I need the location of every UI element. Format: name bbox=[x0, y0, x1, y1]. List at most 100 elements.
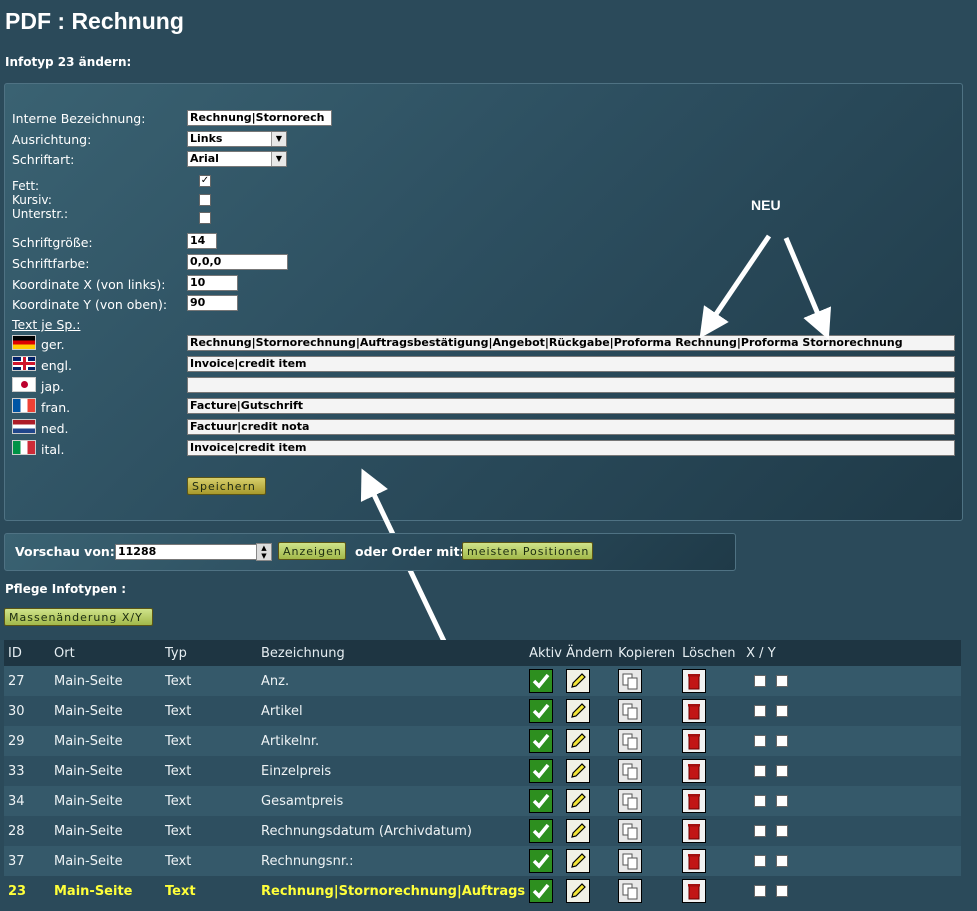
coord-y-input[interactable]: 90 bbox=[187, 295, 238, 311]
label-text-je-sp[interactable]: Text je Sp.: bbox=[12, 317, 80, 332]
col-header-kopieren: Kopieren bbox=[614, 640, 679, 666]
cell-kopieren bbox=[614, 756, 679, 786]
x-checkbox[interactable] bbox=[754, 795, 767, 807]
y-checkbox[interactable] bbox=[776, 675, 789, 687]
delete-trash-icon[interactable] bbox=[682, 879, 707, 903]
y-checkbox[interactable] bbox=[776, 885, 789, 897]
cell-typ: Text bbox=[161, 696, 257, 726]
text-input-engl[interactable]: Invoice|credit item bbox=[187, 356, 955, 372]
x-checkbox[interactable] bbox=[754, 735, 767, 747]
text-input-ger[interactable]: Rechnung|Stornorechnung|Auftragsbestätig… bbox=[187, 335, 955, 351]
cell-xy bbox=[742, 696, 961, 726]
y-checkbox[interactable] bbox=[776, 735, 789, 747]
cell-kopieren bbox=[614, 666, 679, 696]
cell-loeschen bbox=[678, 666, 743, 696]
cell-ort: Main-Seite bbox=[50, 726, 161, 756]
copy-icon[interactable] bbox=[618, 849, 643, 873]
x-checkbox[interactable] bbox=[754, 765, 767, 777]
mass-change-button[interactable]: Massenänderung X/Y bbox=[4, 608, 153, 626]
chevron-down-icon: ▼ bbox=[271, 132, 286, 146]
copy-icon[interactable] bbox=[618, 699, 643, 723]
y-checkbox[interactable] bbox=[776, 795, 789, 807]
copy-icon[interactable] bbox=[618, 729, 643, 753]
spinner-icon[interactable]: ▲ ▼ bbox=[256, 543, 272, 561]
x-checkbox[interactable] bbox=[754, 885, 767, 897]
x-checkbox[interactable] bbox=[754, 675, 767, 687]
col-header-typ[interactable]: Typ bbox=[161, 640, 257, 666]
copy-icon[interactable] bbox=[618, 879, 643, 903]
cell-bezeichnung: Rechnungsnr.: bbox=[257, 846, 526, 876]
copy-icon[interactable] bbox=[618, 669, 643, 693]
groesse-input[interactable]: 14 bbox=[187, 233, 217, 249]
active-check-icon[interactable] bbox=[529, 879, 554, 903]
preview-order-input[interactable]: 11288 bbox=[115, 544, 257, 560]
delete-trash-icon[interactable] bbox=[682, 759, 707, 783]
edit-pencil-icon[interactable] bbox=[566, 759, 591, 783]
table-row: 27 Main-Seite Text Anz. bbox=[4, 666, 961, 696]
active-check-icon[interactable] bbox=[529, 729, 554, 753]
edit-pencil-icon[interactable] bbox=[566, 849, 591, 873]
active-check-icon[interactable] bbox=[529, 699, 554, 723]
y-checkbox[interactable] bbox=[776, 855, 789, 867]
lang-label-ned: ned. bbox=[41, 421, 69, 436]
active-check-icon[interactable] bbox=[529, 849, 554, 873]
cell-id: 34 bbox=[4, 786, 50, 816]
schriftart-select[interactable]: Arial ▼ bbox=[187, 151, 287, 167]
cell-ort: Main-Seite bbox=[50, 846, 161, 876]
active-check-icon[interactable] bbox=[529, 789, 554, 813]
y-checkbox[interactable] bbox=[776, 765, 789, 777]
edit-pencil-icon[interactable] bbox=[566, 879, 591, 903]
delete-trash-icon[interactable] bbox=[682, 849, 707, 873]
edit-pencil-icon[interactable] bbox=[566, 729, 591, 753]
cell-id: 33 bbox=[4, 756, 50, 786]
label-unterstr: Unterstr.: bbox=[12, 207, 69, 221]
text-input-ned[interactable]: Factuur|credit nota bbox=[187, 419, 955, 435]
edit-pencil-icon[interactable] bbox=[566, 669, 591, 693]
cell-aendern bbox=[562, 666, 615, 696]
cell-loeschen bbox=[678, 696, 743, 726]
text-input-jap[interactable] bbox=[187, 377, 955, 393]
fett-checkbox[interactable]: ✓ bbox=[199, 175, 211, 187]
active-check-icon[interactable] bbox=[529, 819, 554, 843]
copy-icon[interactable] bbox=[618, 819, 643, 843]
most-positions-button[interactable]: meisten Positionen bbox=[462, 542, 593, 560]
x-checkbox[interactable] bbox=[754, 855, 767, 867]
active-check-icon[interactable] bbox=[529, 669, 554, 693]
x-checkbox[interactable] bbox=[754, 705, 767, 717]
cell-aendern bbox=[562, 846, 615, 876]
farbe-input[interactable]: 0,0,0 bbox=[187, 254, 288, 270]
table-row: 28 Main-Seite Text Rechnungsdatum (Archivda… bbox=[4, 816, 961, 846]
flag-netherlands-icon bbox=[12, 419, 36, 434]
text-input-ital[interactable]: Invoice|credit item bbox=[187, 440, 955, 456]
edit-pencil-icon[interactable] bbox=[566, 819, 591, 843]
col-header-ort[interactable]: Ort bbox=[50, 640, 161, 666]
cell-id: 23 bbox=[4, 876, 50, 906]
edit-pencil-icon[interactable] bbox=[566, 699, 591, 723]
intern-input[interactable]: Rechnung|Stornorech bbox=[187, 110, 332, 126]
unterstr-checkbox[interactable] bbox=[199, 212, 211, 224]
cell-typ: Text bbox=[161, 726, 257, 756]
lang-label-ital: ital. bbox=[41, 442, 65, 457]
delete-trash-icon[interactable] bbox=[682, 789, 707, 813]
flag-germany-icon bbox=[12, 335, 36, 350]
text-input-fran[interactable]: Facture|Gutschrift bbox=[187, 398, 955, 414]
y-checkbox[interactable] bbox=[776, 705, 789, 717]
coord-x-input[interactable]: 10 bbox=[187, 275, 238, 291]
col-header-id[interactable]: ID bbox=[4, 640, 50, 666]
col-header-bezeichnung[interactable]: Bezeichnung bbox=[257, 640, 526, 666]
delete-trash-icon[interactable] bbox=[682, 699, 707, 723]
active-check-icon[interactable] bbox=[529, 759, 554, 783]
edit-pencil-icon[interactable] bbox=[566, 789, 591, 813]
y-checkbox[interactable] bbox=[776, 825, 789, 837]
save-button[interactable]: Speichern bbox=[187, 477, 266, 495]
delete-trash-icon[interactable] bbox=[682, 729, 707, 753]
copy-icon[interactable] bbox=[618, 789, 643, 813]
copy-icon[interactable] bbox=[618, 759, 643, 783]
preview-panel: Vorschau von: 11288 ▲ ▼ Anzeigen oder Ord… bbox=[4, 533, 736, 571]
x-checkbox[interactable] bbox=[754, 825, 767, 837]
show-button[interactable]: Anzeigen bbox=[278, 542, 346, 560]
delete-trash-icon[interactable] bbox=[682, 669, 707, 693]
kursiv-checkbox[interactable] bbox=[199, 194, 211, 206]
delete-trash-icon[interactable] bbox=[682, 819, 707, 843]
ausrichtung-select[interactable]: Links ▼ bbox=[187, 131, 287, 147]
